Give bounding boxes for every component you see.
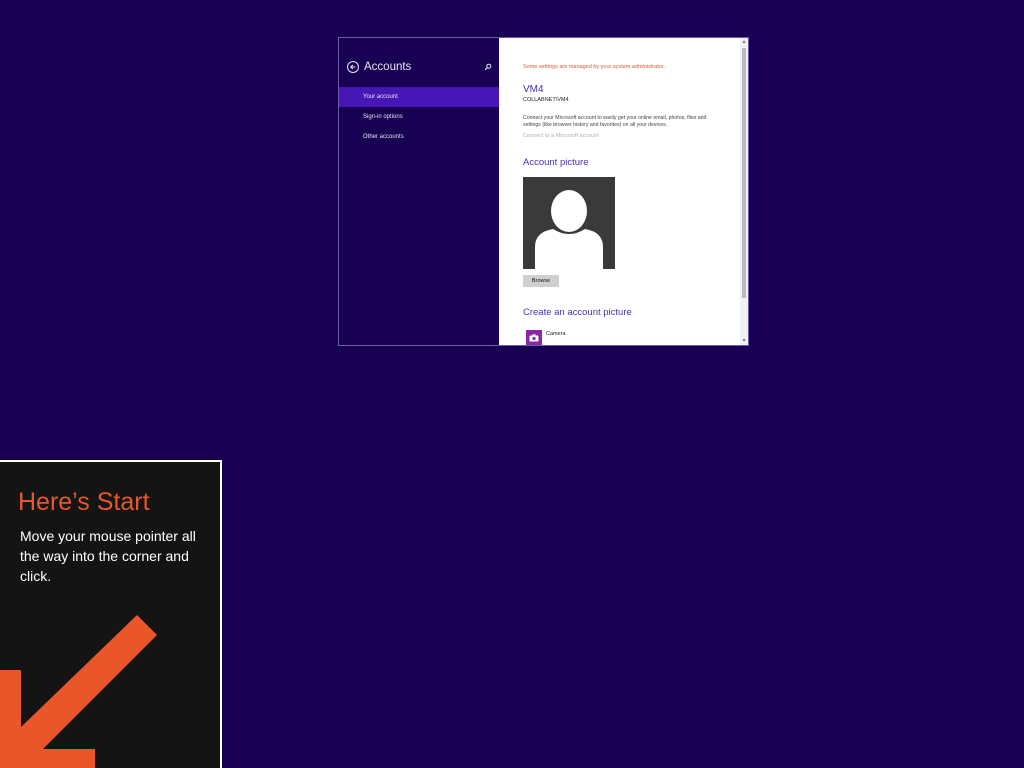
tip-body: Move your mouse pointer all the way into… (20, 528, 196, 584)
scroll-thumb[interactable] (742, 48, 746, 298)
camera-icon (526, 330, 542, 345)
scroll-down-icon[interactable]: ▾ (740, 337, 748, 345)
scroll-up-icon[interactable]: ▴ (740, 38, 748, 46)
corner-arrow-icon (0, 615, 157, 768)
accounts-nav-pane: Accounts Your account Sign-in options Ot… (339, 38, 499, 345)
browse-button[interactable]: Browse (523, 275, 559, 287)
connect-description: Connect your Microsoft account to easily… (523, 115, 707, 128)
create-picture-title: Create an account picture (523, 307, 632, 318)
nav-header: Accounts (347, 59, 493, 75)
admin-message: Some settings are managed by your system… (523, 64, 665, 70)
nav-item-your-account[interactable]: Your account (339, 87, 499, 107)
camera-option[interactable]: Camera (526, 330, 566, 345)
camera-label: Camera (546, 331, 566, 337)
nav-list: Your account Sign-in options Other accou… (339, 87, 499, 147)
account-picture-title: Account picture (523, 157, 589, 168)
user-name: VM4 (523, 84, 544, 95)
start-tip-panel: Here’s Start Move your mouse pointer all… (0, 460, 222, 768)
back-arrow-icon[interactable] (347, 61, 359, 73)
user-silhouette-icon (535, 190, 603, 269)
search-icon[interactable] (483, 62, 493, 72)
connect-microsoft-account-link[interactable]: Connect to a Microsoft account (523, 133, 599, 139)
account-content-pane: Some settings are managed by your system… (499, 38, 748, 345)
accounts-settings-window: Accounts Your account Sign-in options Ot… (338, 37, 749, 346)
nav-item-other-accounts[interactable]: Other accounts (339, 127, 499, 147)
user-domain: COLLABNET\VM4 (523, 97, 569, 103)
nav-item-sign-in-options[interactable]: Sign-in options (339, 107, 499, 127)
avatar (523, 177, 615, 269)
scrollbar[interactable]: ▴ ▾ (740, 38, 748, 345)
tip-title: Here’s Start (18, 488, 150, 516)
nav-title: Accounts (364, 61, 412, 73)
